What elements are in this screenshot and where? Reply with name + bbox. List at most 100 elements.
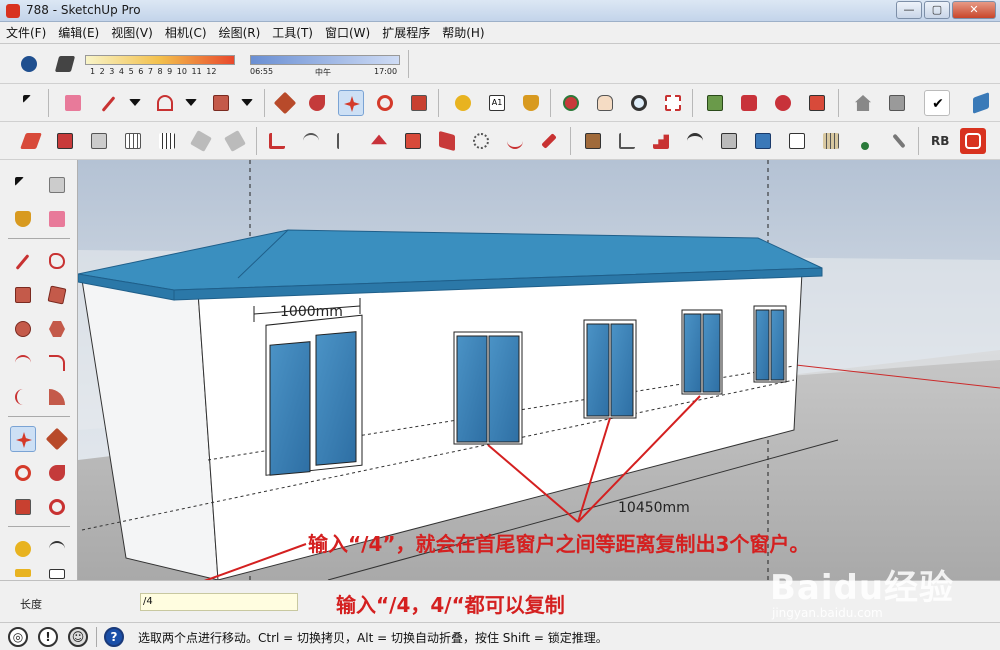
follow-me-tool[interactable] [44, 460, 70, 486]
add-detail-button[interactable] [264, 128, 290, 154]
line-tool[interactable] [10, 248, 36, 274]
circle-tool[interactable] [10, 316, 36, 342]
smoove-tool-button[interactable] [154, 128, 180, 154]
rotate-tool[interactable] [10, 460, 36, 486]
make-component-tool[interactable] [44, 172, 70, 198]
select-tool[interactable] [10, 172, 36, 198]
offset-tool[interactable] [44, 494, 70, 520]
roof-tool-button[interactable] [366, 128, 392, 154]
paint-bucket-tool[interactable] [10, 206, 36, 232]
solid-tools-button[interactable] [716, 128, 742, 154]
zoom-extents-button[interactable] [660, 90, 686, 116]
model-viewport[interactable]: 1000mm 10450mm 输入“/4”，就会在首尾窗户之间等距离复制出3个窗… [78, 160, 1000, 580]
component-box-button[interactable] [580, 128, 606, 154]
sketchup-logo-button[interactable] [960, 128, 986, 154]
menu-extensions[interactable]: 扩展程序 [382, 24, 430, 41]
extrude-tool-button[interactable] [434, 128, 460, 154]
shadow-month-slider[interactable] [85, 55, 235, 65]
bezier-tool-button[interactable] [502, 128, 528, 154]
maximize-button[interactable]: ▢ [924, 1, 950, 19]
geo-location-icon[interactable]: ◎ [8, 627, 28, 647]
protractor-tool[interactable] [44, 536, 70, 562]
tape-measure-tool[interactable] [10, 536, 36, 562]
rectangle-tool[interactable] [10, 282, 36, 308]
menu-help[interactable]: 帮助(H) [442, 24, 484, 41]
position-camera-button[interactable] [52, 128, 78, 154]
menu-view[interactable]: 视图(V) [111, 24, 153, 41]
extension-warehouse-button[interactable] [884, 90, 910, 116]
shadow-settings-button[interactable] [16, 51, 42, 77]
scale-tool-button[interactable] [406, 90, 432, 116]
measure-point-button[interactable] [852, 128, 878, 154]
arc-tool[interactable] [10, 350, 36, 376]
orbit-tool-button[interactable] [558, 90, 584, 116]
offset-face-button[interactable] [400, 128, 426, 154]
move-tool[interactable] [10, 426, 36, 452]
drape-tool-button[interactable] [222, 128, 248, 154]
section-plane-button[interactable] [18, 128, 44, 154]
arc-dropdown-arrow[interactable] [178, 90, 204, 116]
push-pull-tool-button[interactable] [272, 90, 298, 116]
menu-window[interactable]: 窗口(W) [325, 24, 370, 41]
add-location-button[interactable] [702, 90, 728, 116]
axes-tool-button[interactable] [614, 128, 640, 154]
share-model-button[interactable] [770, 90, 796, 116]
line-tool-button[interactable] [96, 90, 122, 116]
curve-points-button[interactable] [468, 128, 494, 154]
menu-edit[interactable]: 编辑(E) [58, 24, 99, 41]
help-icon[interactable]: ? [104, 627, 124, 647]
checkmark-icon[interactable]: ✔ [924, 90, 950, 116]
stamp-tool-button[interactable] [188, 128, 214, 154]
rectangle-tool-button[interactable] [208, 90, 234, 116]
close-button[interactable]: ✕ [952, 1, 996, 19]
eraser-tool-button[interactable] [60, 90, 86, 116]
sandbox-from-scratch-button[interactable] [120, 128, 146, 154]
stairs-tool-button[interactable] [648, 128, 674, 154]
select-tool-button[interactable] [18, 90, 44, 116]
scale-tool[interactable] [10, 494, 36, 520]
rotated-rectangle-tool[interactable] [44, 282, 70, 308]
display-shadows-button[interactable] [52, 51, 78, 77]
flip-edge-button[interactable] [298, 128, 324, 154]
line-dropdown-arrow[interactable] [122, 90, 148, 116]
warehouse-home-button[interactable] [850, 90, 876, 116]
upload-component-button[interactable] [804, 90, 830, 116]
pen-tool-button[interactable] [886, 128, 912, 154]
follow-me-tool-button[interactable] [304, 90, 330, 116]
menu-draw[interactable]: 绘图(R) [219, 24, 261, 41]
three-point-arc-tool[interactable] [10, 384, 36, 410]
measurement-input[interactable]: /4 [140, 593, 298, 611]
polygon-tool[interactable] [44, 316, 70, 342]
menu-file[interactable]: 文件(F) [6, 24, 46, 41]
get-models-button[interactable] [736, 90, 762, 116]
ruby-console-button[interactable]: RB [926, 128, 952, 154]
user-account-icon[interactable]: ☺ [68, 627, 88, 647]
sandbox-from-contours-button[interactable] [86, 128, 112, 154]
shadow-time-slider[interactable] [250, 55, 400, 65]
push-pull-tool[interactable] [44, 426, 70, 452]
dimension-tool-button[interactable]: A1 [484, 90, 510, 116]
paint-bucket-tool-button[interactable] [518, 90, 544, 116]
array-tool-button[interactable] [750, 128, 776, 154]
pan-tool-button[interactable] [592, 90, 618, 116]
pie-tool[interactable] [44, 384, 70, 410]
arc-tool-button[interactable] [152, 90, 178, 116]
layers-button[interactable] [968, 90, 994, 116]
eraser-tool[interactable] [44, 206, 70, 232]
material-picker-button[interactable] [784, 128, 810, 154]
pencil-edit-button[interactable] [536, 128, 562, 154]
credits-icon[interactable]: ! [38, 627, 58, 647]
tape-measure-tool-button[interactable] [450, 90, 476, 116]
two-point-arc-tool[interactable] [44, 350, 70, 376]
minimize-button[interactable]: — [896, 1, 922, 19]
rotate-tool-button[interactable] [372, 90, 398, 116]
zoom-tool-button[interactable] [626, 90, 652, 116]
move-tool-button[interactable] [338, 90, 364, 116]
menu-tools[interactable]: 工具(T) [272, 24, 313, 41]
freehand-tool[interactable] [44, 248, 70, 274]
rectangle-dropdown-arrow[interactable] [234, 90, 260, 116]
menu-camera[interactable]: 相机(C) [165, 24, 207, 41]
wall-tool-button[interactable] [818, 128, 844, 154]
arc-select-button[interactable] [332, 128, 358, 154]
round-corner-button[interactable] [682, 128, 708, 154]
